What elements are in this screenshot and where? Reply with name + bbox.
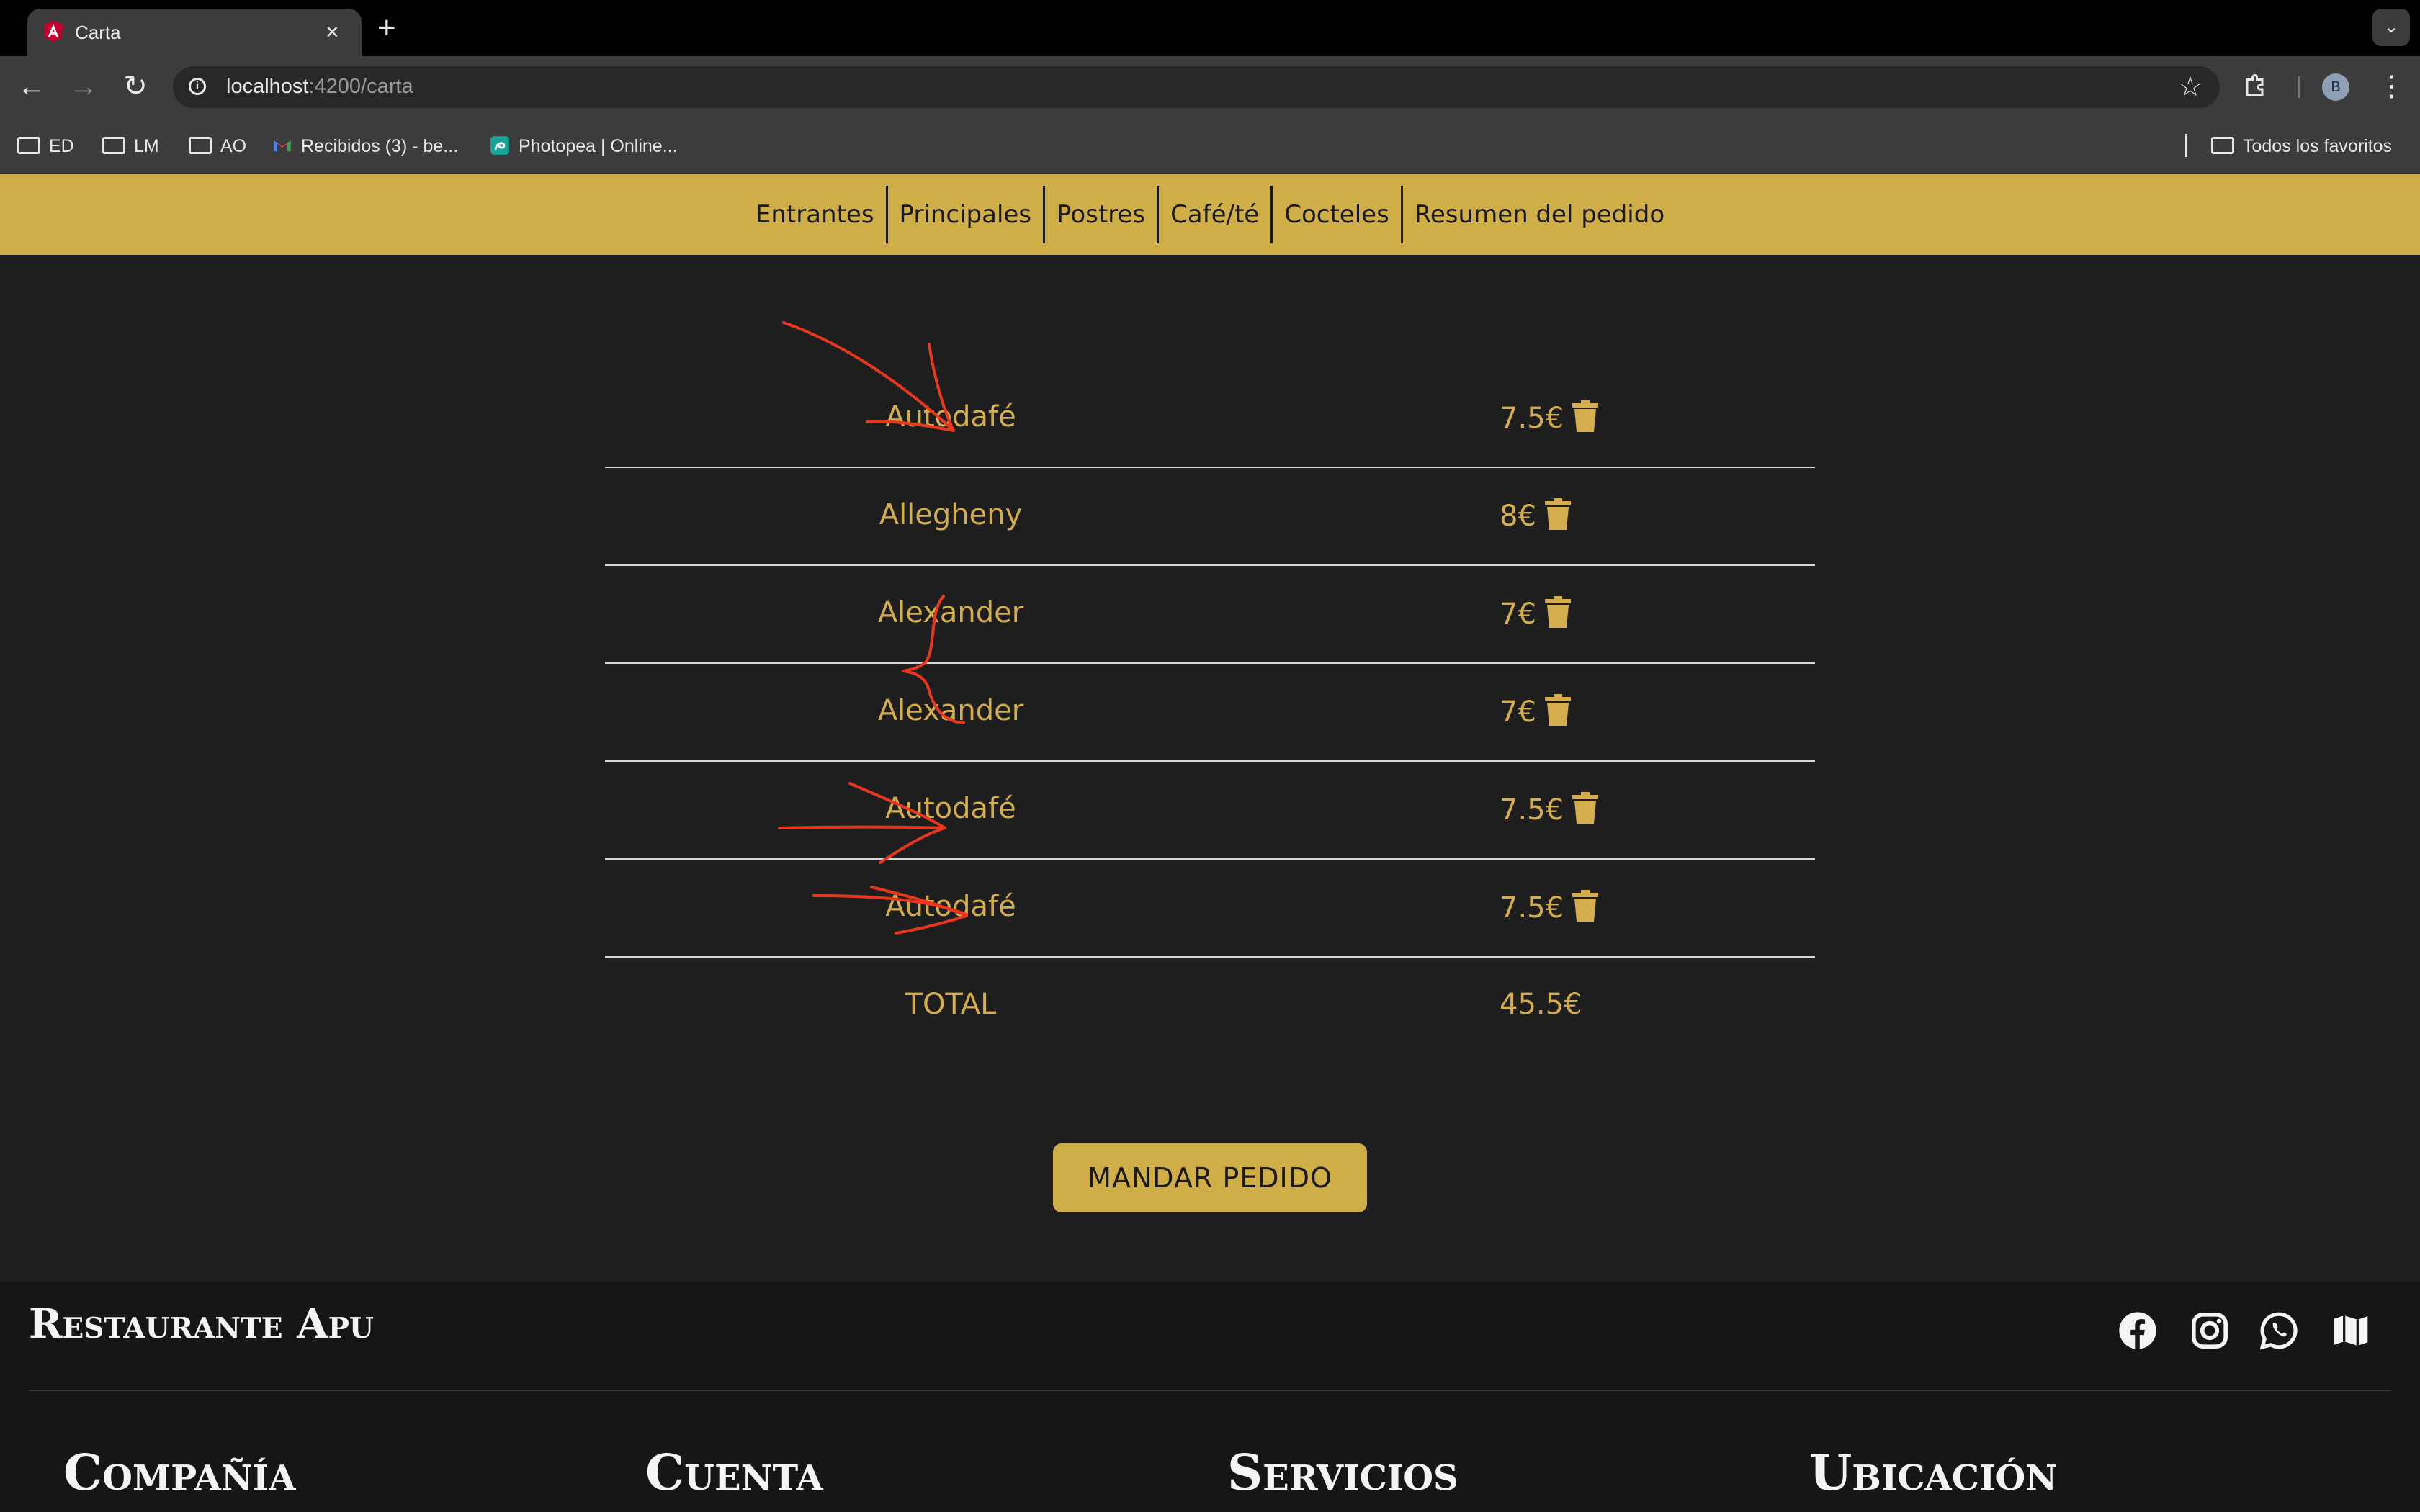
item-price: 7.5€: [1500, 891, 1564, 924]
bookmark-folder-lm[interactable]: LM: [102, 135, 159, 157]
bookmarks-bar: ED LM AO Recibidos (3) - be... Photopea …: [0, 117, 2420, 174]
tab-title: Carta: [75, 22, 121, 43]
chevron-down-icon[interactable]: ⌄: [2372, 9, 2410, 46]
url-host: localhost: [226, 75, 309, 98]
item-price: 7.5€: [1500, 402, 1564, 435]
bookmark-folder-ed[interactable]: ED: [17, 135, 74, 157]
nav-entrantes[interactable]: Entrantes: [744, 186, 886, 243]
map-icon[interactable]: [2331, 1310, 2371, 1351]
nav-postres[interactable]: Postres: [1043, 186, 1157, 243]
trash-icon[interactable]: [1544, 498, 1571, 530]
order-total-row: TOTAL 45.5€: [605, 958, 1815, 1056]
bookmark-photopea[interactable]: Photopea | Online...: [490, 135, 678, 157]
item-price-cell: 8€: [1500, 498, 1571, 533]
address-bar[interactable]: i localhost:4200/carta ☆: [173, 66, 2220, 108]
nav-principales[interactable]: Principales: [885, 186, 1044, 243]
bookmarks-divider: [2185, 134, 2187, 157]
order-row: Alexander 7€: [605, 664, 1815, 762]
browser-tab[interactable]: Carta ×: [27, 9, 362, 56]
item-price-cell: 7.5€: [1500, 792, 1599, 827]
new-tab-icon[interactable]: +: [377, 10, 396, 46]
tab-strip: Carta × + ⌄: [0, 0, 2420, 56]
trash-icon[interactable]: [1572, 792, 1599, 824]
bookmark-label: LM: [134, 136, 159, 156]
instagram-icon[interactable]: [2190, 1310, 2230, 1351]
folder-icon: [2211, 137, 2234, 155]
order-row: Alexander 7€: [605, 566, 1815, 664]
item-price-cell: 7.5€: [1500, 890, 1599, 924]
item-price: 7€: [1500, 696, 1536, 729]
item-name: Alexander: [877, 596, 1024, 629]
footer-heading-cuenta: Cuenta: [645, 1444, 823, 1502]
toolbar-separator: [2298, 76, 2300, 98]
angular-icon: [43, 21, 63, 42]
footer-divider: [29, 1390, 2391, 1391]
total-label: TOTAL: [905, 988, 997, 1021]
bookmark-label: ED: [49, 136, 74, 156]
item-name: Alexander: [877, 694, 1024, 727]
trash-icon[interactable]: [1572, 890, 1599, 922]
url-path: :4200/carta: [308, 75, 413, 98]
item-name: Autodafé: [885, 890, 1016, 923]
order-row: Autodafé 7.5€: [605, 370, 1815, 468]
profile-avatar[interactable]: B: [2322, 73, 2349, 101]
footer-heading-servicios: Servicios: [1227, 1444, 1458, 1502]
bookmark-label: Photopea | Online...: [519, 136, 678, 156]
bookmark-label: AO: [220, 136, 247, 156]
gmail-icon: [274, 140, 291, 152]
order-row: Autodafé 7.5€: [605, 762, 1815, 860]
restaurant-brand: Restaurante Apu: [29, 1300, 374, 1348]
photopea-icon: [490, 136, 509, 156]
bookmark-star-icon[interactable]: ☆: [2178, 71, 2202, 104]
footer: Restaurante Apu Compañía Cuenta Servicio…: [0, 1282, 2420, 1512]
item-price-cell: 7€: [1500, 694, 1571, 729]
footer-heading-compania: Compañía: [63, 1444, 296, 1502]
item-name: Autodafé: [885, 792, 1016, 825]
facebook-icon[interactable]: [2118, 1310, 2158, 1351]
reload-icon[interactable]: ↻: [118, 69, 153, 104]
folder-icon: [189, 137, 212, 155]
bookmark-gmail[interactable]: Recibidos (3) - be...: [272, 135, 458, 157]
browser-toolbar: ← → ↻ i localhost:4200/carta ☆ B ⋮: [0, 56, 2420, 117]
order-row: Allegheny 8€: [605, 468, 1815, 566]
extensions-icon[interactable]: [2243, 72, 2269, 98]
nav-cafe-te[interactable]: Café/té: [1157, 186, 1270, 243]
back-icon[interactable]: ←: [14, 69, 49, 104]
item-name: Allegheny: [879, 498, 1023, 531]
trash-icon[interactable]: [1544, 694, 1571, 726]
order-row: Autodafé 7.5€: [605, 860, 1815, 958]
trash-icon[interactable]: [1544, 596, 1571, 628]
item-name: Autodafé: [885, 400, 1016, 433]
all-bookmarks[interactable]: Todos los favoritos: [2211, 135, 2392, 157]
menu-icon[interactable]: ⋮: [2377, 69, 2406, 104]
trash-icon[interactable]: [1572, 400, 1599, 432]
item-price: 7.5€: [1500, 793, 1564, 827]
folder-icon: [17, 137, 40, 155]
item-price-cell: 7€: [1500, 596, 1571, 631]
folder-icon: [102, 137, 125, 155]
item-price: 7€: [1500, 598, 1536, 631]
forward-icon[interactable]: →: [66, 69, 101, 104]
nav-resumen-pedido[interactable]: Resumen del pedido: [1400, 186, 1676, 243]
bookmark-label: Recibidos (3) - be...: [301, 136, 459, 156]
url-text[interactable]: localhost:4200/carta: [226, 75, 413, 99]
item-price: 8€: [1500, 500, 1536, 533]
total-value: 45.5€: [1500, 988, 1582, 1021]
close-icon[interactable]: ×: [326, 17, 339, 46]
info-icon[interactable]: i: [189, 78, 206, 95]
send-order-button[interactable]: MANDAR PEDIDO: [1053, 1143, 1367, 1212]
nav-cocteles[interactable]: Cocteles: [1270, 186, 1401, 243]
category-navbar: Entrantes Principales Postres Café/té Co…: [0, 174, 2420, 255]
whatsapp-icon[interactable]: [2259, 1310, 2299, 1351]
footer-heading-ubicacion: Ubicación: [1809, 1444, 2058, 1502]
item-price-cell: 7.5€: [1500, 400, 1599, 435]
order-summary-table: Autodafé 7.5€ Allegheny 8€ Alexander 7€ …: [605, 370, 1815, 1056]
bookmark-folder-ao[interactable]: AO: [189, 135, 246, 157]
all-bookmarks-label: Todos los favoritos: [2243, 136, 2393, 156]
